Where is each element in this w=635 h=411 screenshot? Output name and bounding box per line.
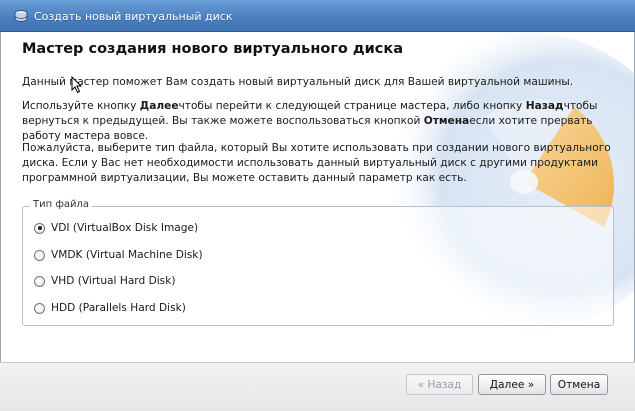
intro-text: Данный мастер поможет Вам создать новый … (22, 76, 574, 88)
radio-hdd[interactable]: HDD (Parallels Hard Disk) (34, 300, 186, 316)
radio-button[interactable] (34, 249, 45, 261)
radio-vdi-label[interactable]: VDI (VirtualBox Disk Image) (51, 222, 198, 234)
radio-button[interactable] (34, 275, 45, 287)
file-type-group-label: Тип файла (30, 199, 93, 210)
wizard-page: Мастер создания нового виртуального диск… (0, 32, 635, 362)
title-bar: Создать новый виртуальный диск (0, 0, 635, 32)
mouse-cursor-icon (71, 76, 83, 94)
page-title: Мастер создания нового виртуального диск… (22, 41, 403, 57)
radio-vhd[interactable]: VHD (Virtual Hard Disk) (34, 273, 175, 289)
radio-vmdk[interactable]: VMDK (Virtual Machine Disk) (34, 247, 203, 263)
virtual-disk-icon (14, 10, 28, 22)
radio-vdi[interactable]: VDI (VirtualBox Disk Image) (34, 220, 198, 236)
radio-button-checked[interactable] (34, 222, 45, 234)
next-button[interactable]: Далее » (478, 374, 546, 395)
navigation-help-text: Используйте кнопку Далеечтобы перейти к … (22, 100, 598, 142)
back-button[interactable]: « Назад (406, 374, 473, 395)
radio-button[interactable] (34, 302, 45, 314)
window-title: Создать новый виртуальный диск (34, 10, 233, 23)
radio-vmdk-label[interactable]: VMDK (Virtual Machine Disk) (51, 249, 203, 261)
file-type-help-text: Пожалуйста, выберите тип файла, который … (22, 142, 611, 184)
button-bar: « Назад Далее » Отмена (0, 362, 635, 411)
file-type-group: Тип файла VDI (VirtualBox Disk Image) VM… (22, 199, 614, 326)
radio-vhd-label[interactable]: VHD (Virtual Hard Disk) (51, 275, 175, 287)
cancel-button[interactable]: Отмена (550, 374, 608, 395)
radio-hdd-label[interactable]: HDD (Parallels Hard Disk) (51, 302, 186, 314)
